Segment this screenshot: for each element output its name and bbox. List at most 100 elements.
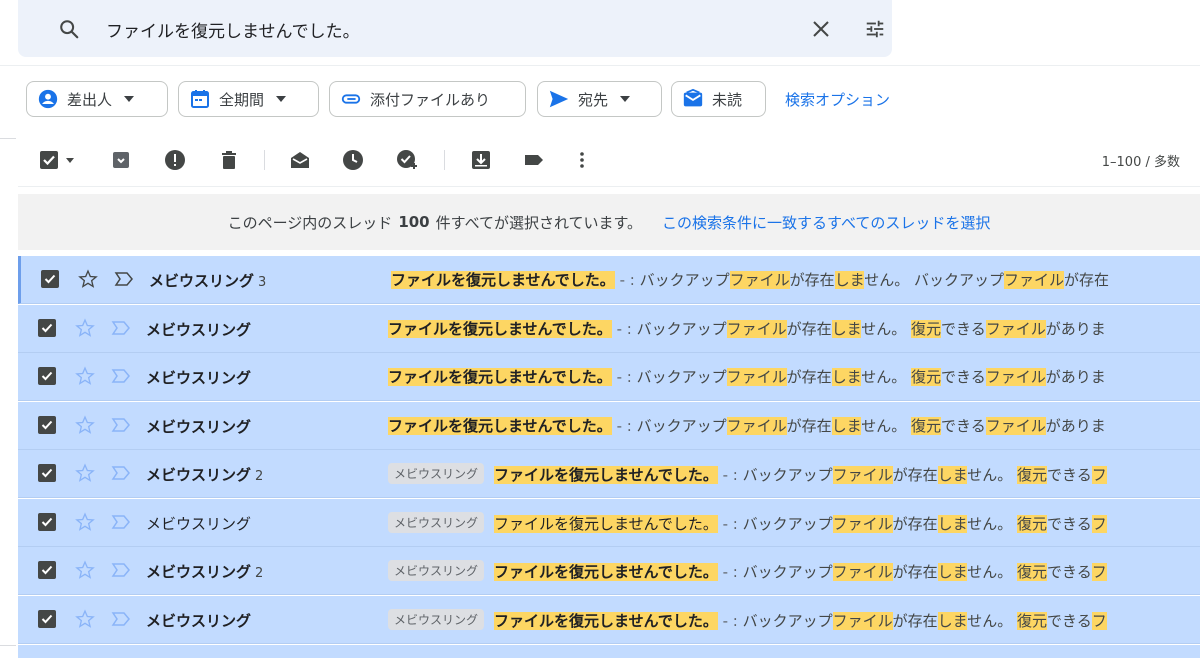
row-dash: - : (717, 563, 743, 581)
importance-marker-icon[interactable] (111, 610, 131, 632)
row-checkbox[interactable] (38, 464, 56, 482)
mark-read-icon[interactable] (288, 148, 312, 172)
search-options-link[interactable]: 検索オプション (785, 89, 890, 110)
move-to-icon[interactable] (469, 148, 493, 172)
archive-icon[interactable] (109, 148, 133, 172)
snooze-icon[interactable] (341, 148, 365, 172)
sender-name: メビウスリング (149, 272, 255, 290)
star-icon[interactable] (78, 269, 98, 293)
chip-attachment-label: 添付ファイルあり (370, 90, 491, 109)
row-checkbox[interactable] (41, 270, 59, 288)
subject-text: ファイルを復元しませんでした。 (391, 271, 615, 289)
table-row[interactable]: メビウスリング 2 メビウスリング ファイルを復元しませんでした。 - : バックアッ… (18, 547, 1200, 595)
label-chip[interactable]: メビウスリング (388, 511, 485, 533)
table-row[interactable]: メビウスリング ファイルを復元しませんでした。 - : バックアップファイルが存在… (18, 353, 1200, 401)
row-sender: メビウスリング (146, 319, 255, 340)
sender-name: メビウスリング (146, 611, 252, 630)
message-list: メビウスリング 3 ファイルを復元しませんでした。 - : バックアップファイルが存… (18, 256, 1200, 658)
row-sender: メビウスリング (146, 513, 255, 534)
snippet-part: ん。 (982, 563, 1018, 581)
select-all-threads-link[interactable]: この検索条件に一致するすべてのスレッドを選択 (662, 212, 990, 233)
sender-name: メビウスリング (146, 369, 252, 387)
star-icon[interactable] (75, 560, 95, 584)
row-subject: ファイルを復元しませんでした。 (388, 368, 612, 386)
row-checkbox[interactable] (38, 415, 56, 434)
delete-icon[interactable] (217, 148, 241, 172)
report-spam-icon[interactable] (163, 148, 187, 172)
row-checkbox[interactable] (38, 512, 56, 531)
table-row[interactable]: メビウスリング 3 ファイルを復元しませんでした。 - : バックアップファイルが存… (18, 256, 1200, 304)
sender-name: メビウスリング (146, 514, 252, 533)
table-row[interactable]: メビウスリング 2 メビウスリング ファイルを復元しませんでした。 - : バックアッ… (18, 450, 1200, 498)
divider (18, 186, 1200, 187)
snippet-part: バックアップ (639, 271, 730, 289)
label-chip[interactable]: メビウスリング (388, 560, 485, 581)
row-checkbox[interactable] (38, 561, 56, 579)
importance-marker-icon[interactable] (111, 561, 131, 583)
add-to-tasks-icon[interactable] (395, 148, 419, 172)
search-input[interactable]: ファイルを復元しませんでした。 (106, 17, 360, 42)
sender-name: メビウスリング (146, 417, 252, 436)
table-row[interactable]: メビウスリング メビウスリング ファイルを復元しませんでした。 - : バックアップ… (18, 498, 1200, 547)
snippet-part: せ (861, 319, 877, 338)
snippet-highlight: フ (1091, 563, 1107, 581)
search-icon[interactable] (58, 18, 80, 40)
select-dropdown-icon[interactable] (62, 148, 78, 172)
chip-from[interactable]: 差出人 (26, 81, 168, 117)
snippet-part: ん。 (982, 466, 1018, 484)
importance-marker-icon[interactable] (111, 367, 131, 389)
star-icon[interactable] (75, 511, 95, 536)
importance-marker-icon[interactable] (114, 270, 134, 292)
row-sender: メビウスリング 2 (146, 464, 263, 485)
search-bar[interactable]: ファイルを復元しませんでした。 (18, 0, 892, 57)
calendar-icon (189, 88, 211, 110)
table-row[interactable]: メビウスリング ファイルを復元しませんでした。 - : バックアップファイルが存在… (18, 304, 1200, 353)
table-row[interactable] (18, 645, 1200, 658)
snippet-part: せ (861, 368, 877, 386)
chip-unread[interactable]: 未読 (671, 81, 766, 117)
snippet-highlight: しま (937, 611, 968, 630)
chip-date[interactable]: 全期間 (178, 81, 319, 117)
star-icon[interactable] (75, 317, 95, 342)
star-icon[interactable] (75, 463, 95, 487)
divider (0, 138, 16, 139)
snippet-part: がありま (1045, 319, 1106, 338)
table-row[interactable]: メビウスリング ファイルを復元しませんでした。 - : バックアップファイルが存在… (18, 401, 1200, 450)
importance-marker-icon[interactable] (111, 319, 131, 341)
tune-icon[interactable] (864, 18, 886, 40)
snippet-highlight: ファイル (726, 319, 787, 338)
star-icon[interactable] (75, 366, 95, 390)
snippet-part: ん。 (876, 319, 911, 338)
chip-to[interactable]: 宛先 (537, 81, 662, 117)
importance-marker-icon[interactable] (111, 416, 131, 438)
more-options-icon[interactable] (570, 148, 594, 172)
row-content: ファイルを復元しませんでした。 - : バックアップファイルが存在しません。 復… (388, 318, 1106, 339)
thread-count: 3 (258, 275, 267, 290)
row-checkbox[interactable] (38, 367, 56, 385)
divider (444, 150, 445, 170)
chip-attachment[interactable]: 添付ファイルあり (329, 81, 526, 117)
table-row[interactable]: メビウスリング メビウスリング ファイルを復元しませんでした。 - : バックアップ… (18, 595, 1200, 644)
star-icon[interactable] (75, 608, 95, 633)
importance-marker-icon[interactable] (111, 513, 131, 535)
banner-prefix: このページ内のスレッド (227, 213, 393, 232)
snippet-highlight: 復元 (911, 416, 942, 435)
row-dash: - : (611, 416, 637, 435)
subject-text: ファイルを復元しませんでした。 (494, 611, 718, 630)
label-icon[interactable] (522, 148, 546, 172)
label-chip[interactable]: メビウスリング (388, 463, 485, 484)
row-checkbox[interactable] (38, 318, 56, 337)
row-dash: - : (717, 514, 743, 533)
label-chip[interactable]: メビウスリング (388, 608, 485, 630)
row-checkbox[interactable] (38, 609, 56, 628)
snippet-part: バックアップ (636, 319, 727, 338)
select-all-checkbox[interactable] (37, 148, 61, 172)
snippet-part: が存在 (1064, 271, 1110, 289)
mark-unread-icon (682, 88, 704, 110)
snippet-part: せ (967, 611, 983, 630)
snippet-part: せ (967, 466, 983, 484)
snippet-part: バックアップ (742, 466, 833, 484)
importance-marker-icon[interactable] (111, 464, 131, 486)
star-icon[interactable] (75, 414, 95, 439)
close-icon[interactable] (811, 19, 831, 39)
